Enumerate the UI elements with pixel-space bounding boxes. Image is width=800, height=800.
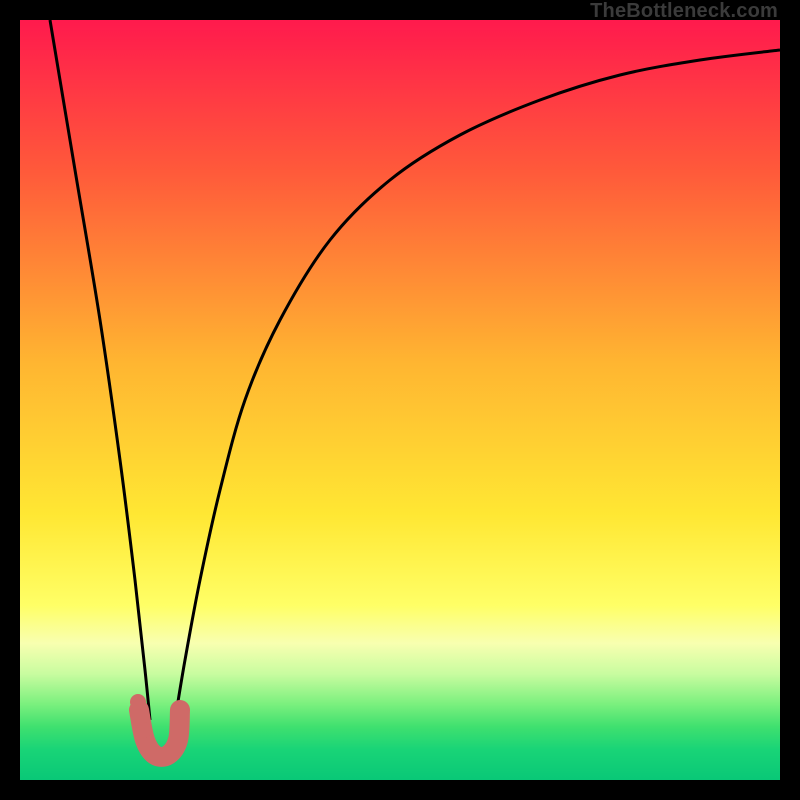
valley-dot-lower bbox=[136, 722, 152, 738]
gradient-background bbox=[20, 20, 780, 780]
valley-dot-upper bbox=[130, 694, 146, 710]
chart-frame: TheBottleneck.com bbox=[0, 0, 800, 800]
plot-area bbox=[20, 20, 780, 780]
chart-svg bbox=[20, 20, 780, 780]
